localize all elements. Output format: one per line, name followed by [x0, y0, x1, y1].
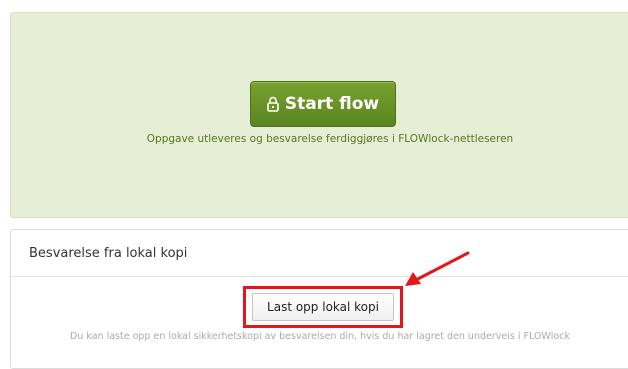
arrow-icon — [405, 251, 470, 286]
local-copy-panel: Besvarelse fra lokal kopi Last opp lokal… — [10, 229, 628, 369]
lock-icon — [267, 96, 279, 112]
start-flow-button[interactable]: Start flow — [250, 81, 396, 127]
start-flow-description: Oppgave utleveres og besvarelse ferdiggj… — [146, 133, 514, 145]
upload-local-copy-button[interactable]: Last opp lokal kopi — [252, 293, 394, 321]
start-flow-label: Start flow — [284, 94, 380, 114]
upload-highlight-box: Last opp lokal kopi — [243, 286, 403, 328]
local-copy-description: Du kan laste opp en lokal sikkerhetskopi… — [70, 331, 570, 342]
local-copy-heading: Besvarelse fra lokal kopi — [11, 230, 628, 277]
